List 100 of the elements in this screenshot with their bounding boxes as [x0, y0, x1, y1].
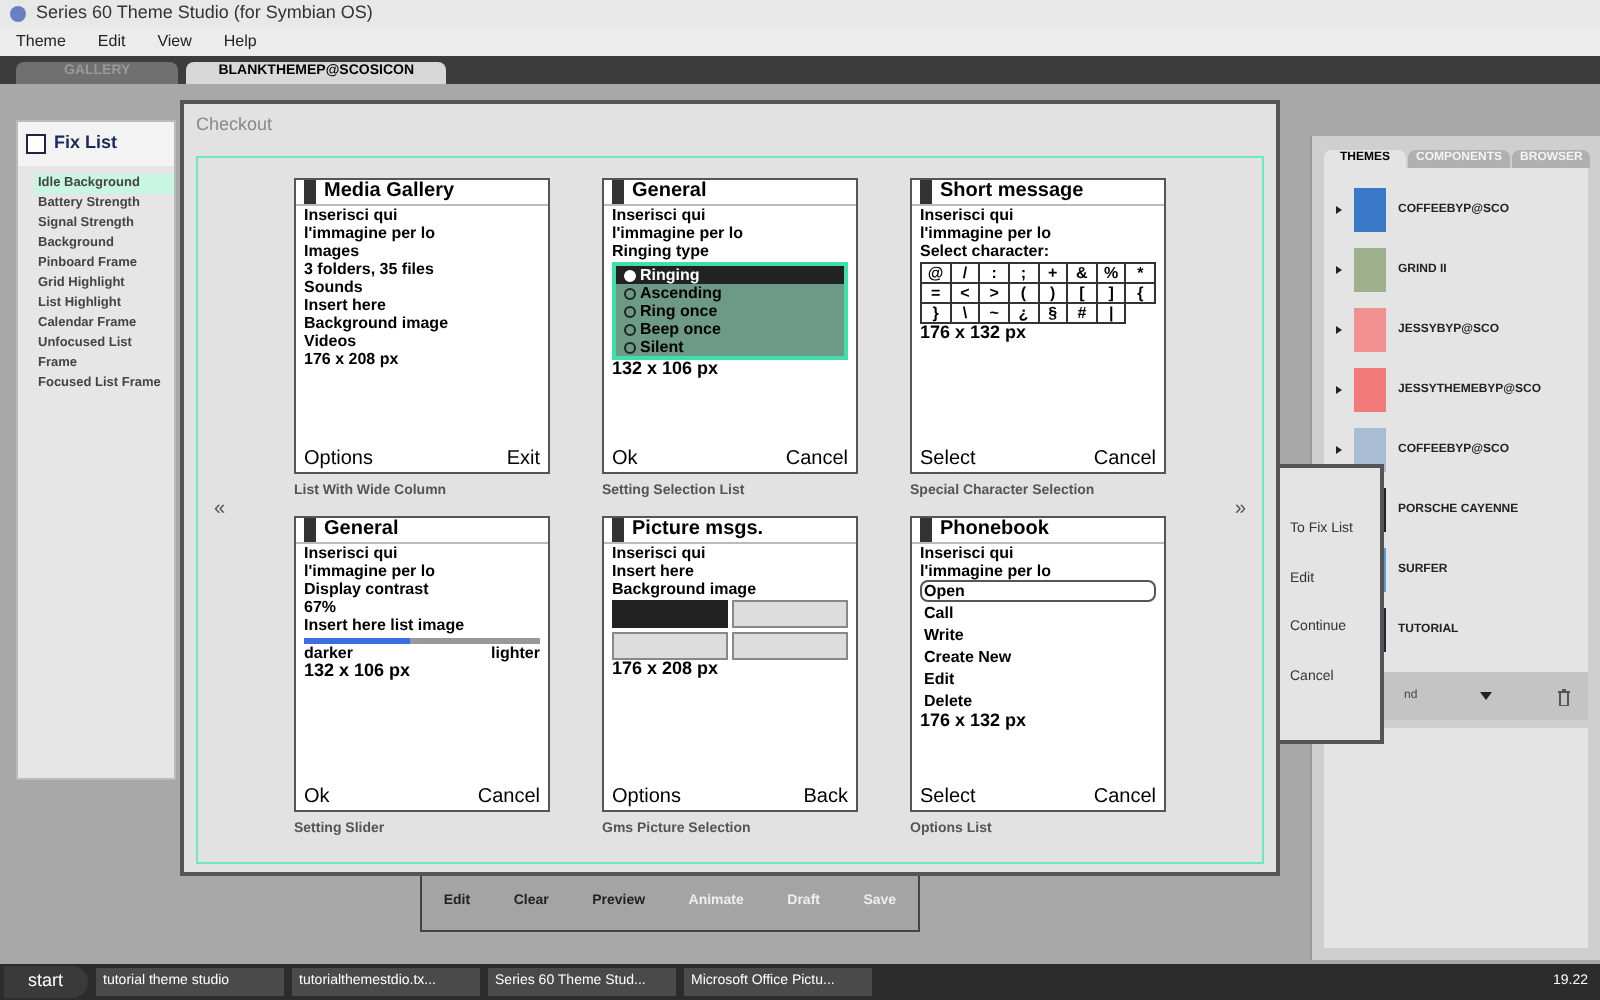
screen-text: 67%: [304, 597, 337, 616]
picture-placeholder[interactable]: [612, 599, 728, 628]
theme-thumbnail[interactable]: [1354, 368, 1386, 412]
radio-option[interactable]: Ringing: [616, 266, 844, 285]
expand-arrow-icon[interactable]: [1336, 266, 1342, 274]
softkey-label[interactable]: Options: [304, 448, 373, 473]
screen-text: Select character:: [920, 242, 1051, 261]
screen-text: Inserisci qui: [920, 206, 1016, 225]
character-cell[interactable]: {: [1126, 284, 1156, 305]
window-title: Series 60 Theme Studio (for Symbian OS): [36, 0, 373, 27]
menu-option[interactable]: Open: [920, 579, 1156, 602]
radio-option[interactable]: Silent: [616, 338, 844, 357]
character-cell[interactable]: ): [1039, 284, 1069, 305]
character-cell[interactable]: :: [980, 264, 1010, 285]
screen-text: l'immagine per lo: [304, 561, 437, 580]
menu-option[interactable]: Delete: [920, 689, 1156, 712]
softkey-label[interactable]: Cancel: [1093, 448, 1156, 473]
screen-text: l'immagine per lo: [920, 561, 1053, 580]
softkey-label[interactable]: Exit: [506, 448, 540, 473]
panel-title: Fix List: [54, 130, 118, 156]
screen-text: 132 x 106 px: [304, 661, 413, 680]
menu-item[interactable]: Theme: [16, 30, 66, 54]
expand-arrow-icon[interactable]: [1336, 326, 1342, 334]
screen-text: 176 x 132 px: [920, 324, 1029, 343]
screen-text: l'immagine per lo: [612, 224, 745, 243]
expand-arrow-icon[interactable]: [1336, 446, 1342, 454]
screen-title: Media Gallery: [324, 180, 455, 205]
screen-text: l'immagine per lo: [920, 224, 1053, 243]
character-cell[interactable]: (: [1009, 284, 1039, 305]
character-cell[interactable]: }: [922, 304, 952, 325]
radio-option[interactable]: Beep once: [616, 320, 844, 339]
theme-thumbnail[interactable]: [1354, 248, 1386, 292]
screen-text: l'immagine per lo: [304, 224, 437, 243]
softkey-label[interactable]: Ok: [304, 785, 330, 810]
slider-track[interactable]: [304, 637, 540, 644]
character-cell[interactable]: |: [1097, 304, 1127, 325]
softkey-label[interactable]: Cancel: [477, 785, 540, 810]
character-cell[interactable]: @: [922, 264, 952, 285]
screen-title: Short message: [940, 180, 1084, 205]
character-cell[interactable]: =: [922, 284, 952, 305]
dropdown-caret-icon[interactable]: [1480, 692, 1493, 700]
character-cell[interactable]: +: [1039, 264, 1069, 285]
softkey-label[interactable]: Back: [803, 785, 848, 810]
character-cell[interactable]: ]: [1097, 284, 1127, 305]
character-cell[interactable]: &: [1068, 264, 1098, 285]
radio-option[interactable]: Ascending: [616, 284, 844, 303]
softkey-label[interactable]: Ok: [612, 448, 638, 473]
expand-arrow-icon[interactable]: [1336, 206, 1342, 214]
screen-text: Inserisci qui: [612, 543, 708, 562]
screen-text: Inserisci qui: [304, 543, 400, 562]
softkey-label[interactable]: Select: [920, 785, 976, 810]
screen-text: 176 x 208 px: [304, 350, 401, 369]
character-cell[interactable]: >: [980, 284, 1010, 305]
screen-text: 176 x 208 px: [612, 659, 721, 678]
screen-text: Videos: [304, 332, 359, 351]
softkey-label[interactable]: Cancel: [1093, 785, 1156, 810]
character-cell[interactable]: *: [1126, 264, 1156, 285]
screen-text: Background image: [612, 579, 759, 598]
menu-option[interactable]: Write: [920, 623, 1156, 646]
slider-label: darker: [304, 643, 353, 662]
screen-text: 3 folders, 35 files: [304, 260, 436, 279]
dialog-title: Checkout: [196, 112, 275, 138]
character-cell[interactable]: ¿: [1009, 304, 1039, 325]
softkey-label[interactable]: Options: [612, 785, 681, 810]
menu-item[interactable]: Help: [223, 30, 257, 54]
menu-option[interactable]: Call: [920, 601, 1156, 624]
character-cell[interactable]: %: [1097, 264, 1127, 285]
trash-icon[interactable]: [1556, 687, 1572, 705]
screen-title: General: [632, 180, 707, 205]
softkey-label[interactable]: Cancel: [785, 448, 848, 473]
softkey-label[interactable]: Select: [920, 448, 976, 473]
character-cell[interactable]: [: [1068, 284, 1098, 305]
menu-option[interactable]: Create New: [920, 645, 1156, 668]
menu-item[interactable]: View: [157, 30, 192, 54]
screen-text: Insert here list image: [304, 615, 467, 634]
expand-arrow-icon[interactable]: [1336, 386, 1342, 394]
screen-text: 132 x 106 px: [612, 360, 721, 379]
window-icon: [26, 133, 46, 154]
radio-option[interactable]: Ring once: [616, 302, 844, 321]
character-cell[interactable]: \: [951, 304, 981, 325]
screen-text: Inserisci qui: [612, 206, 708, 225]
menu-item[interactable]: Edit: [97, 30, 126, 54]
app-icon: [8, 4, 28, 24]
screen-text: Inserisci qui: [920, 543, 1016, 562]
next-arrow[interactable]: »: [1234, 494, 1246, 525]
menu-option[interactable]: Edit: [920, 667, 1156, 690]
screen-text: Ringing type: [612, 242, 711, 261]
character-cell[interactable]: ;: [1009, 264, 1039, 285]
theme-thumbnail[interactable]: [1354, 308, 1386, 352]
character-cell[interactable]: <: [951, 284, 981, 305]
theme-thumbnail[interactable]: [1354, 188, 1386, 232]
character-cell[interactable]: #: [1068, 304, 1098, 325]
slider-label: lighter: [491, 643, 540, 662]
character-cell[interactable]: §: [1039, 304, 1069, 325]
previous-arrow[interactable]: «: [214, 494, 226, 525]
screen-title: General: [324, 517, 399, 542]
screen-text: Images: [304, 242, 362, 261]
character-cell[interactable]: ~: [980, 304, 1010, 325]
character-cell[interactable]: /: [951, 264, 981, 285]
start-button[interactable]: start: [4, 966, 88, 998]
